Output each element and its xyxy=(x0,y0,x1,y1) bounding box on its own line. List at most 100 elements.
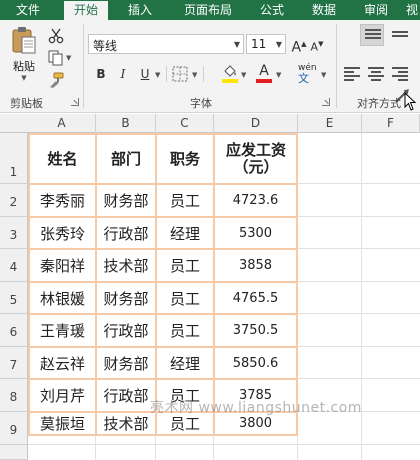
table-header-cell[interactable]: 部门 xyxy=(97,135,155,183)
underline-dropdown-icon[interactable]: ▼ xyxy=(155,71,160,79)
phonetic-icon: 文 xyxy=(298,72,309,85)
font-group-label: 字体 xyxy=(190,97,212,110)
tab-view[interactable]: 视 xyxy=(404,0,420,20)
shrink-font-label: A xyxy=(310,40,319,54)
fill-color-dropdown-icon[interactable]: ▼ xyxy=(241,71,246,79)
row-header[interactable]: 3 xyxy=(0,217,27,249)
table-cell[interactable]: 5850.6 xyxy=(215,348,296,378)
font-launcher-icon[interactable] xyxy=(322,98,330,106)
right-align-icon[interactable] xyxy=(392,67,408,81)
table-border xyxy=(296,133,298,436)
table-header-cell[interactable]: 应发工资（元） xyxy=(220,135,292,183)
row-header[interactable]: 4 xyxy=(0,249,27,282)
mouse-cursor-icon xyxy=(404,92,417,111)
table-cell[interactable]: 赵云祥 xyxy=(30,348,95,378)
table-cell[interactable]: 林银媛 xyxy=(30,283,95,313)
column-header[interactable]: A xyxy=(28,114,96,133)
table-cell[interactable]: 5300 xyxy=(215,218,296,248)
copy-dropdown-icon[interactable]: ▼ xyxy=(66,54,71,62)
table-cell[interactable]: 行政部 xyxy=(97,218,155,248)
table-cell[interactable]: 4723.6 xyxy=(215,185,296,216)
table-cell[interactable]: 员工 xyxy=(157,283,213,313)
table-cell[interactable]: 财务部 xyxy=(97,348,155,378)
paste-icon xyxy=(12,27,36,54)
italic-button[interactable]: I xyxy=(114,65,132,83)
bold-button[interactable]: B xyxy=(92,65,110,83)
left-align-icon[interactable] xyxy=(344,67,360,81)
table-cell[interactable]: 3750.5 xyxy=(215,315,296,346)
table-cell[interactable]: 3858 xyxy=(215,250,296,281)
font-color-dropdown-icon[interactable]: ▼ xyxy=(276,71,281,79)
table-cell[interactable]: 4765.5 xyxy=(215,283,296,313)
font-size-combo[interactable]: 11 ▼ xyxy=(246,34,286,54)
font-name-combo[interactable]: 等线 ▼ xyxy=(88,34,244,54)
underline-button[interactable]: U xyxy=(136,65,154,83)
row-header[interactable]: 1 xyxy=(0,133,27,184)
ribbon: 粘贴 ▼ ▼ 剪贴板 等线 ▼ 11 ▼ A▲ A▼ B I U ▼ ▼ ▼ A… xyxy=(0,20,420,113)
column-header[interactable]: E xyxy=(298,114,362,133)
table-cell[interactable]: 财务部 xyxy=(97,283,155,313)
table-cell[interactable]: 财务部 xyxy=(97,185,155,216)
table-cell[interactable]: 经理 xyxy=(157,218,213,248)
table-cell[interactable]: 技术部 xyxy=(97,250,155,281)
column-header[interactable]: C xyxy=(156,114,214,133)
table-cell[interactable]: 行政部 xyxy=(97,315,155,346)
toolbar-divider xyxy=(166,66,167,82)
tab-insert[interactable]: 插入 xyxy=(120,0,160,20)
table-header-cell[interactable]: 姓名 xyxy=(30,135,95,183)
row-header[interactable]: 9 xyxy=(0,412,27,445)
borders-icon[interactable] xyxy=(172,66,188,82)
phonetic-dropdown-icon[interactable]: ▼ xyxy=(321,71,326,79)
fill-color-icon[interactable] xyxy=(222,63,238,79)
alignment-group-label: 对齐方式 xyxy=(357,97,401,110)
row-header[interactable]: 5 xyxy=(0,282,27,314)
table-cell[interactable]: 员工 xyxy=(157,250,213,281)
tab-page-layout[interactable]: 页面布局 xyxy=(172,0,244,20)
shrink-font-button[interactable]: A▼ xyxy=(308,35,326,54)
top-align-button[interactable] xyxy=(360,24,384,46)
table-cell[interactable]: 行政部 xyxy=(97,380,155,411)
table-cell[interactable]: 莫振垣 xyxy=(30,413,95,434)
paste-button[interactable]: 粘贴 ▼ xyxy=(6,26,42,86)
table-cell[interactable]: 员工 xyxy=(157,185,213,216)
table-cell[interactable]: 张秀玲 xyxy=(30,218,95,248)
row-header-bar: 1 2 3 4 5 6 7 8 9 xyxy=(0,133,28,460)
table-cell[interactable]: 王青瑗 xyxy=(30,315,95,346)
tab-home[interactable]: 开始 xyxy=(64,1,108,20)
font-color-button[interactable]: A xyxy=(255,62,273,80)
grid-line xyxy=(28,444,420,445)
row-header[interactable]: 6 xyxy=(0,314,27,347)
copy-icon[interactable] xyxy=(48,50,64,66)
center-align-icon[interactable] xyxy=(368,67,384,81)
middle-align-icon[interactable] xyxy=(392,31,408,45)
table-header-cell[interactable]: 职务 xyxy=(157,135,213,183)
table-cell[interactable]: 员工 xyxy=(157,315,213,346)
borders-dropdown-icon[interactable]: ▼ xyxy=(192,71,197,79)
column-header[interactable]: D xyxy=(214,114,298,133)
paste-dropdown-icon[interactable]: ▼ xyxy=(21,74,26,82)
tab-formulas[interactable]: 公式 xyxy=(252,0,292,20)
tab-data[interactable]: 数据 xyxy=(304,0,344,20)
table-cell[interactable]: 刘月芹 xyxy=(30,380,95,411)
clipboard-group-label: 剪贴板 xyxy=(10,97,43,110)
row-header[interactable] xyxy=(0,445,27,460)
table-cell[interactable]: 技术部 xyxy=(97,413,155,434)
table-cell[interactable]: 经理 xyxy=(157,348,213,378)
top-align-icon xyxy=(365,29,381,43)
clipboard-launcher-icon[interactable] xyxy=(71,98,79,106)
tab-file[interactable]: 文件 xyxy=(8,0,48,20)
table-cell[interactable]: 李秀丽 xyxy=(30,185,95,216)
grow-font-button[interactable]: A▲ xyxy=(290,35,308,56)
table-cell[interactable]: 秦阳祥 xyxy=(30,250,95,281)
cut-icon[interactable] xyxy=(48,28,64,44)
font-name-value: 等线 xyxy=(93,39,118,53)
row-header[interactable]: 7 xyxy=(0,347,27,379)
font-color-swatch xyxy=(256,79,272,83)
column-header[interactable]: F xyxy=(362,114,420,133)
phonetic-guide-button[interactable]: wén 文 xyxy=(298,64,317,85)
row-header[interactable]: 2 xyxy=(0,184,27,217)
row-header[interactable]: 8 xyxy=(0,379,27,412)
column-header[interactable]: B xyxy=(96,114,156,133)
tab-review[interactable]: 审阅 xyxy=(356,0,396,20)
format-painter-icon[interactable] xyxy=(48,72,64,88)
